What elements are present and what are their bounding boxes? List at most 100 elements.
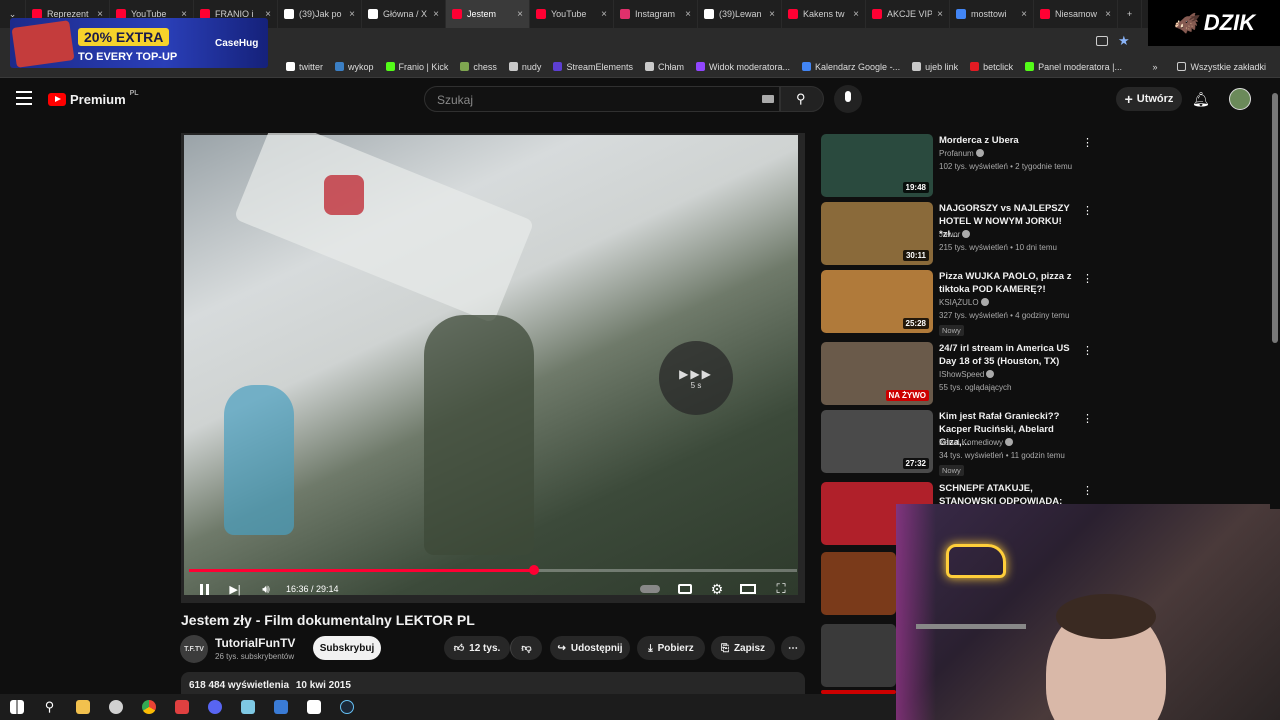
more-options-icon[interactable]: ⋮: [1082, 412, 1093, 425]
avatar[interactable]: [1229, 88, 1251, 110]
new-tab-button[interactable]: +: [1118, 0, 1142, 28]
close-tab-icon[interactable]: ×: [517, 9, 523, 20]
video-thumbnail[interactable]: 19:48: [821, 134, 933, 197]
pause-button[interactable]: [195, 579, 213, 599]
bookmark-item[interactable]: Franio | Kick: [380, 62, 455, 72]
skip-forward-button[interactable]: ▶▶▶ 5 s: [659, 341, 733, 415]
recommended-title[interactable]: Morderca z Ubera: [939, 134, 1077, 147]
video-thumbnail[interactable]: NA ŻYWO: [821, 342, 933, 405]
recommended-channel[interactable]: Jawor: [939, 230, 971, 239]
browser-tab[interactable]: YouTube ×: [530, 0, 614, 28]
taskbar-chrome[interactable]: [132, 694, 165, 720]
download-button[interactable]: ⤓ Pobierz: [637, 636, 705, 660]
taskbar-search[interactable]: ⚲: [33, 694, 66, 720]
video-thumbnail[interactable]: [821, 552, 896, 615]
taskbar-app-2[interactable]: [165, 694, 198, 720]
video-thumbnail[interactable]: [821, 624, 896, 687]
recommended-channel[interactable]: Kanał Komediowy: [939, 438, 1014, 447]
star-bookmark-icon[interactable]: ★: [1118, 33, 1130, 49]
recommended-channel[interactable]: KSIĄŻULO: [939, 298, 989, 307]
taskbar-app-1[interactable]: [99, 694, 132, 720]
taskbar-app-5[interactable]: [264, 694, 297, 720]
subscribe-button[interactable]: Subskrybuj: [313, 636, 381, 660]
page-scrollbar[interactable]: [1270, 79, 1280, 509]
taskbar-steam[interactable]: [330, 694, 363, 720]
bookmark-item[interactable]: Widok moderatora...: [690, 62, 796, 72]
recommended-channel[interactable]: IShowSpeed: [939, 370, 995, 379]
bookmark-item[interactable]: chess: [454, 62, 503, 72]
recommended-video[interactable]: 27:32 Kim jest Rafał Graniecki?? Kacper R…: [821, 410, 1093, 476]
browser-tab[interactable]: AKCJE VIP ×: [866, 0, 950, 28]
channel-avatar[interactable]: T.F.TV: [180, 635, 208, 663]
taskbar-app-4[interactable]: [231, 694, 264, 720]
autoplay-toggle[interactable]: [639, 579, 661, 599]
bell-icon[interactable]: 🔔︎: [1192, 91, 1210, 108]
close-tab-icon[interactable]: ×: [349, 9, 355, 20]
next-button[interactable]: ▶|: [226, 579, 244, 599]
like-button[interactable]: 👍︎ 12 tys.: [444, 636, 510, 660]
more-options-icon[interactable]: ⋮: [1082, 344, 1093, 357]
keyboard-icon[interactable]: [762, 95, 774, 103]
browser-tab[interactable]: Jestem ×: [446, 0, 530, 28]
theater-mode-button[interactable]: [739, 579, 757, 599]
browser-tab[interactable]: Niesamow ×: [1034, 0, 1118, 28]
save-button[interactable]: ⎘ Zapisz: [711, 636, 775, 660]
subtitles-button[interactable]: [677, 579, 693, 599]
more-options-icon[interactable]: ⋮: [1082, 204, 1093, 217]
recommended-video[interactable]: 25:28 Pizza WUJKA PAOLO, pizza z tiktoka …: [821, 270, 1093, 336]
video-player[interactable]: ▶▶▶ 5 s ▶| 🔊︎ 16:36 / 29:14 ⚙ ⛶: [181, 133, 805, 603]
start-button[interactable]: [0, 694, 33, 720]
recommended-title[interactable]: 24/7 irl stream in America US Day 18 of …: [939, 342, 1077, 368]
youtube-logo[interactable]: Premium PL: [48, 90, 139, 107]
install-icon[interactable]: [1096, 36, 1108, 46]
recommended-video[interactable]: NA ŻYWO 24/7 irl stream in America US Day…: [821, 342, 1093, 406]
recommended-video[interactable]: 30:11 NAJGORSZY vs NAJLEPSZY HOTEL W NOWY…: [821, 202, 1093, 266]
settings-button[interactable]: ⚙: [709, 579, 725, 599]
progress-bar[interactable]: [189, 565, 797, 575]
taskbar-explorer[interactable]: [66, 694, 99, 720]
more-options-icon[interactable]: ⋮: [1082, 272, 1093, 285]
taskbar-app-6[interactable]: [297, 694, 330, 720]
close-tab-icon[interactable]: ×: [853, 9, 859, 20]
bookmark-item[interactable]: nudy: [503, 62, 548, 72]
close-tab-icon[interactable]: ×: [769, 9, 775, 20]
bookmarks-more-chevron[interactable]: »: [1146, 62, 1163, 72]
close-tab-icon[interactable]: ×: [685, 9, 691, 20]
more-options-icon[interactable]: ⋮: [1082, 136, 1093, 149]
browser-tab[interactable]: Kakens tw ×: [782, 0, 866, 28]
recommended-video[interactable]: 19:48 Morderca z Ubera Profanum 102 tys. wy…: [821, 134, 1093, 198]
bookmark-item[interactable]: Kalendarz Google -...: [796, 62, 906, 72]
close-tab-icon[interactable]: ×: [1021, 9, 1027, 20]
search-input[interactable]: Szukaj: [424, 86, 780, 112]
browser-tab[interactable]: mosttowi ×: [950, 0, 1034, 28]
close-tab-icon[interactable]: ×: [1105, 9, 1111, 20]
bookmark-item[interactable]: StreamElements: [547, 62, 639, 72]
taskbar-app-3[interactable]: [198, 694, 231, 720]
more-options-icon[interactable]: ⋮: [1082, 484, 1093, 497]
browser-tab[interactable]: (39)Lewan ×: [698, 0, 782, 28]
search-button[interactable]: ⚲: [780, 86, 824, 112]
close-tab-icon[interactable]: ×: [433, 9, 439, 20]
bookmark-item[interactable]: Panel moderatora |...: [1019, 62, 1128, 72]
browser-tab[interactable]: Instagram ×: [614, 0, 698, 28]
recommended-channel[interactable]: Profanum: [939, 149, 984, 158]
video-thumbnail[interactable]: 25:28: [821, 270, 933, 333]
bookmark-item[interactable]: betclick: [964, 62, 1019, 72]
channel-name[interactable]: TutorialFunTV: [215, 636, 295, 650]
bookmark-item[interactable]: Chłam: [639, 62, 690, 72]
recommended-title[interactable]: Pizza WUJKA PAOLO, pizza z tiktoka POD K…: [939, 270, 1077, 296]
video-thumbnail[interactable]: 30:11: [821, 202, 933, 265]
close-tab-icon[interactable]: ×: [937, 9, 943, 20]
close-tab-icon[interactable]: ×: [601, 9, 607, 20]
more-actions-button[interactable]: ⋯: [781, 636, 805, 660]
menu-icon[interactable]: [16, 91, 32, 105]
browser-tab[interactable]: Główna / X ×: [362, 0, 446, 28]
video-thumbnail[interactable]: [821, 690, 896, 694]
volume-button[interactable]: 🔊︎: [257, 579, 275, 599]
bookmark-item[interactable]: twitter: [280, 62, 329, 72]
browser-tab[interactable]: (39)Jak po ×: [278, 0, 362, 28]
mic-button[interactable]: [834, 85, 862, 113]
video-thumbnail[interactable]: 27:32: [821, 410, 933, 473]
bookmark-item[interactable]: ujeb link: [906, 62, 964, 72]
all-bookmarks[interactable]: Wszystkie zakładki: [1171, 62, 1272, 72]
